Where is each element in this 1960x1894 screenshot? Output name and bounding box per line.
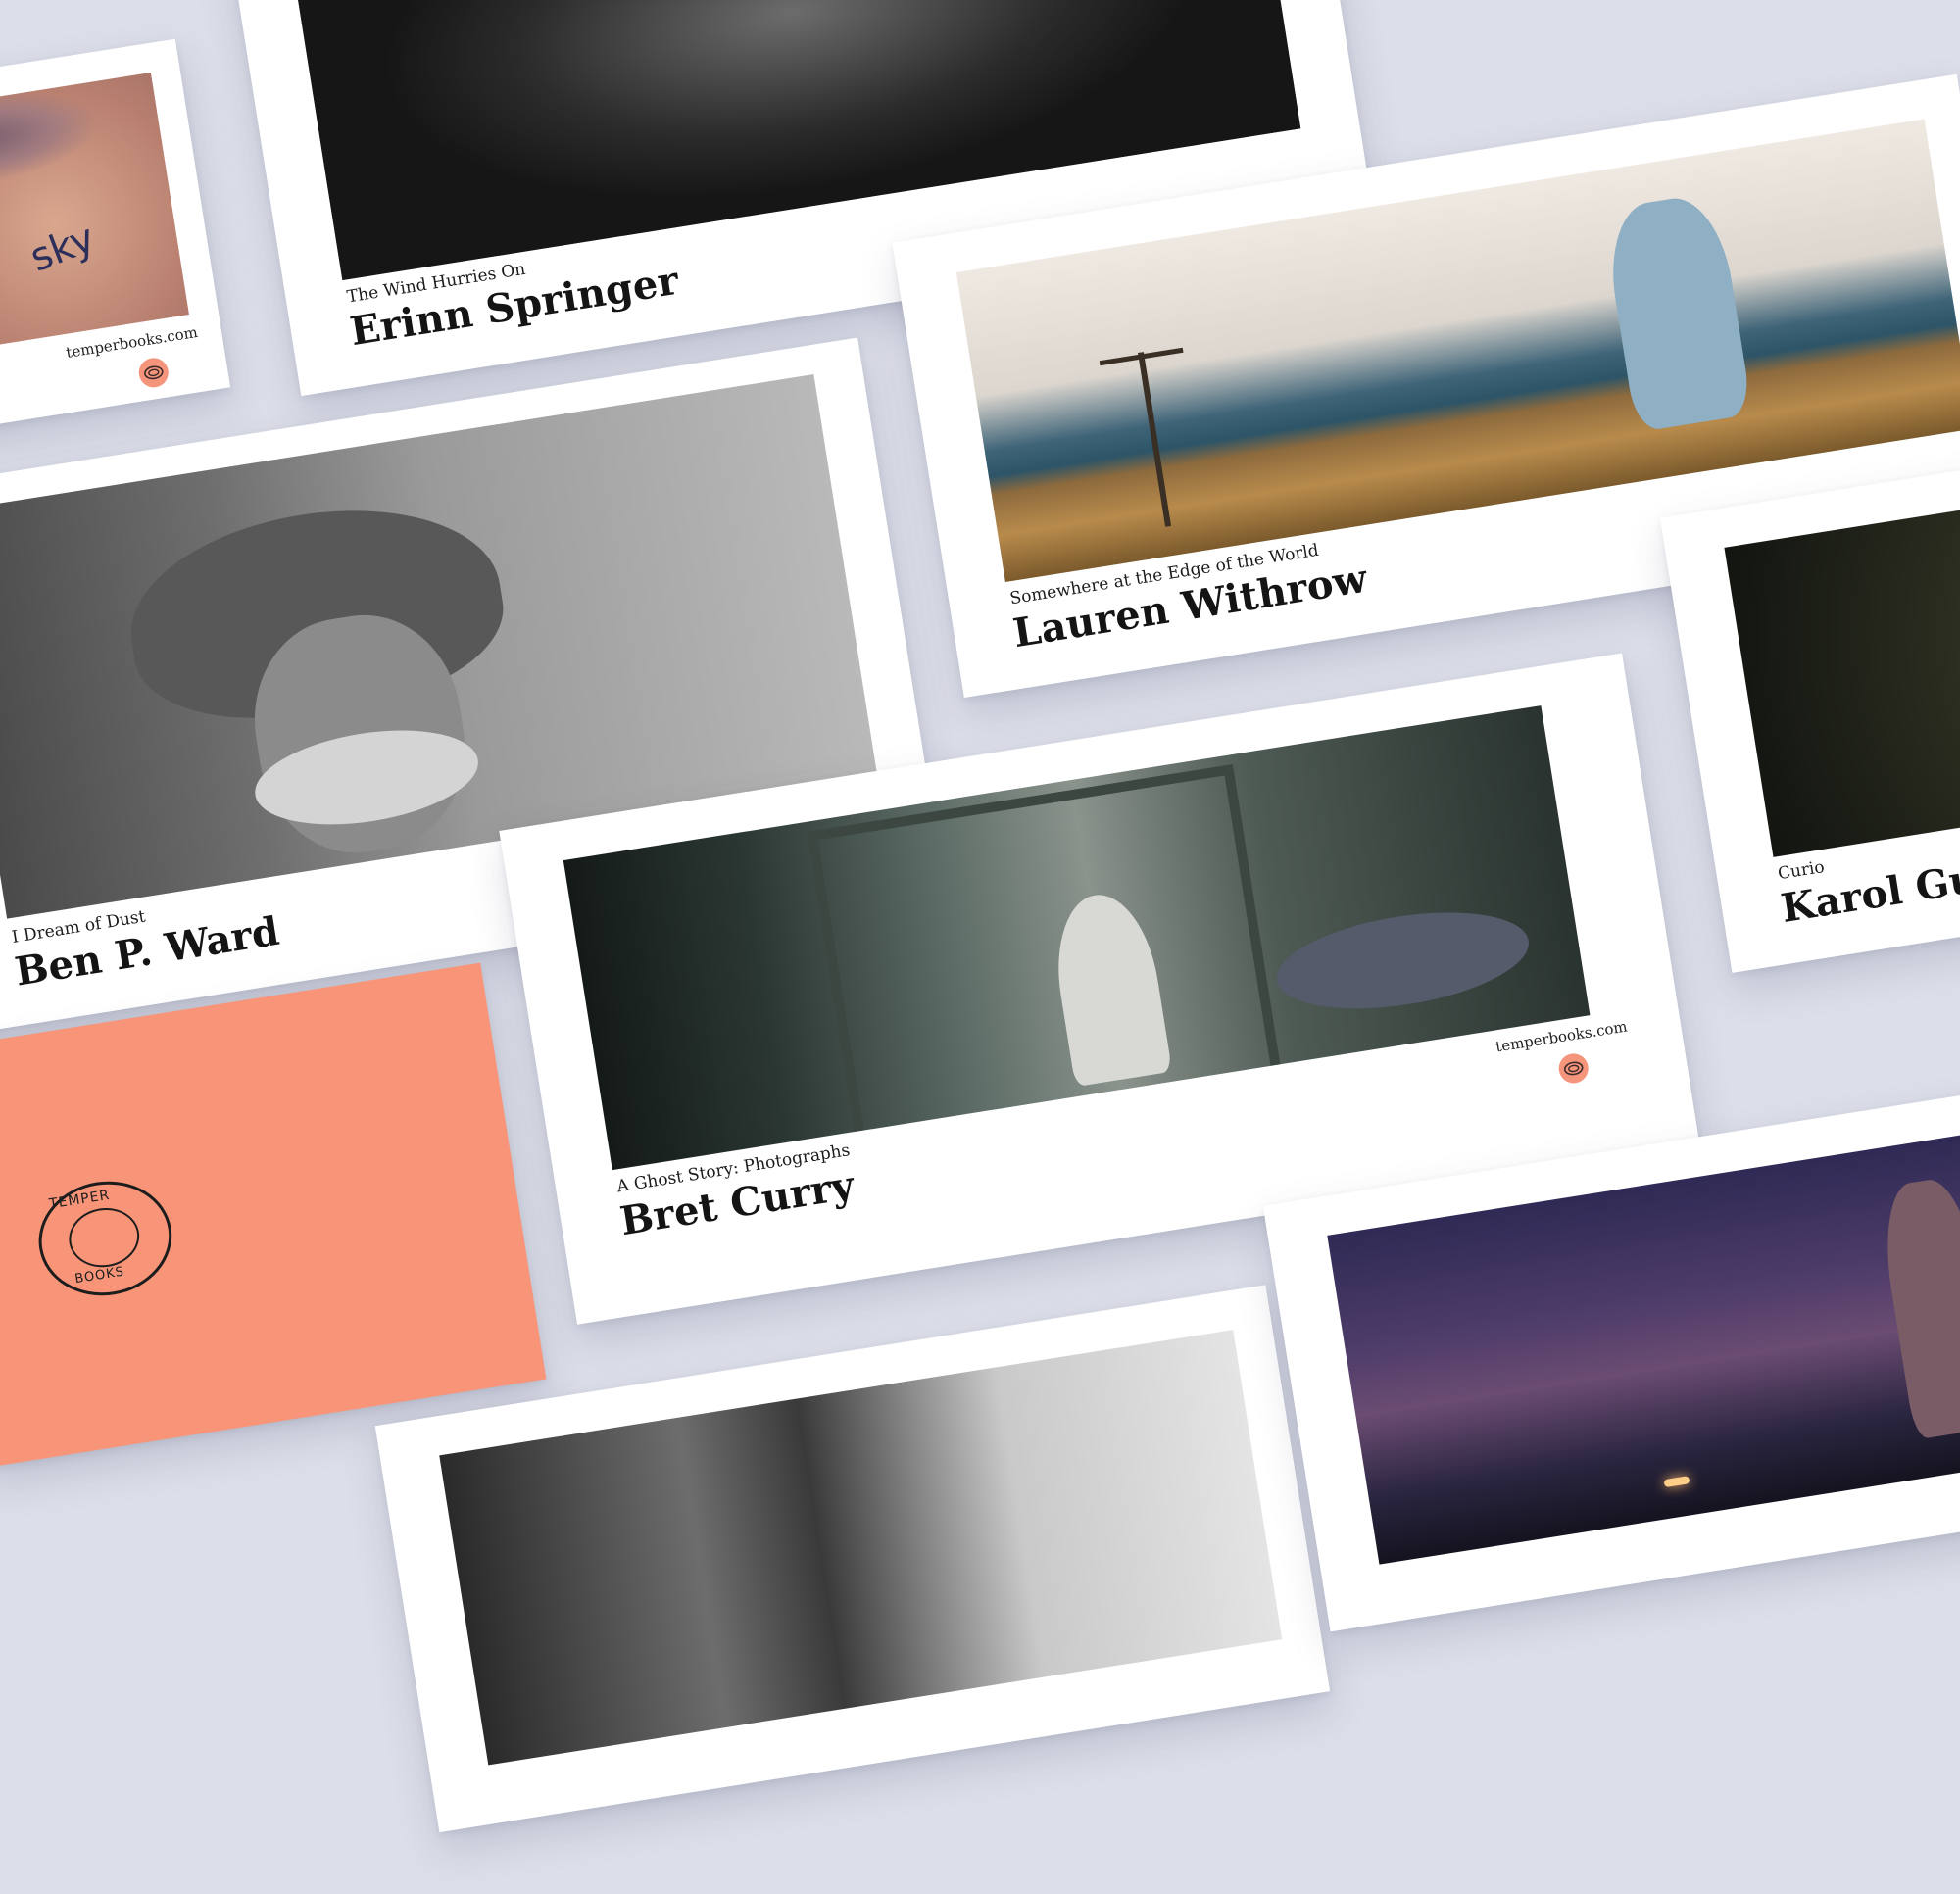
photo-window: [439, 1330, 1283, 1766]
card-temper-books-logo: TEMPER BOOKS: [0, 962, 547, 1469]
postcard-collage: sky temperbooks.com The Wind Hurries On …: [0, 0, 1960, 1833]
doorway-frame: [807, 764, 1282, 1141]
woman-figure: [1600, 191, 1753, 433]
car-lights: [1663, 1476, 1690, 1488]
logo-bottom-text: BOOKS: [74, 1264, 126, 1287]
dining-table: [1269, 897, 1536, 1025]
utility-pole: [1137, 352, 1172, 527]
temper-books-logo: TEMPER BOOKS: [30, 1172, 180, 1305]
card-sky: sky temperbooks.com: [0, 38, 231, 443]
temper-books-logo-icon: [136, 356, 171, 390]
woman-silhouette: [1875, 1174, 1960, 1440]
logo-inner-ring: [65, 1202, 144, 1273]
photo-night-light: [1724, 470, 1960, 857]
photo-sky-face: sky: [0, 73, 189, 361]
temper-books-logo-icon: [1556, 1051, 1591, 1086]
tattoo-text: sky: [24, 215, 102, 281]
